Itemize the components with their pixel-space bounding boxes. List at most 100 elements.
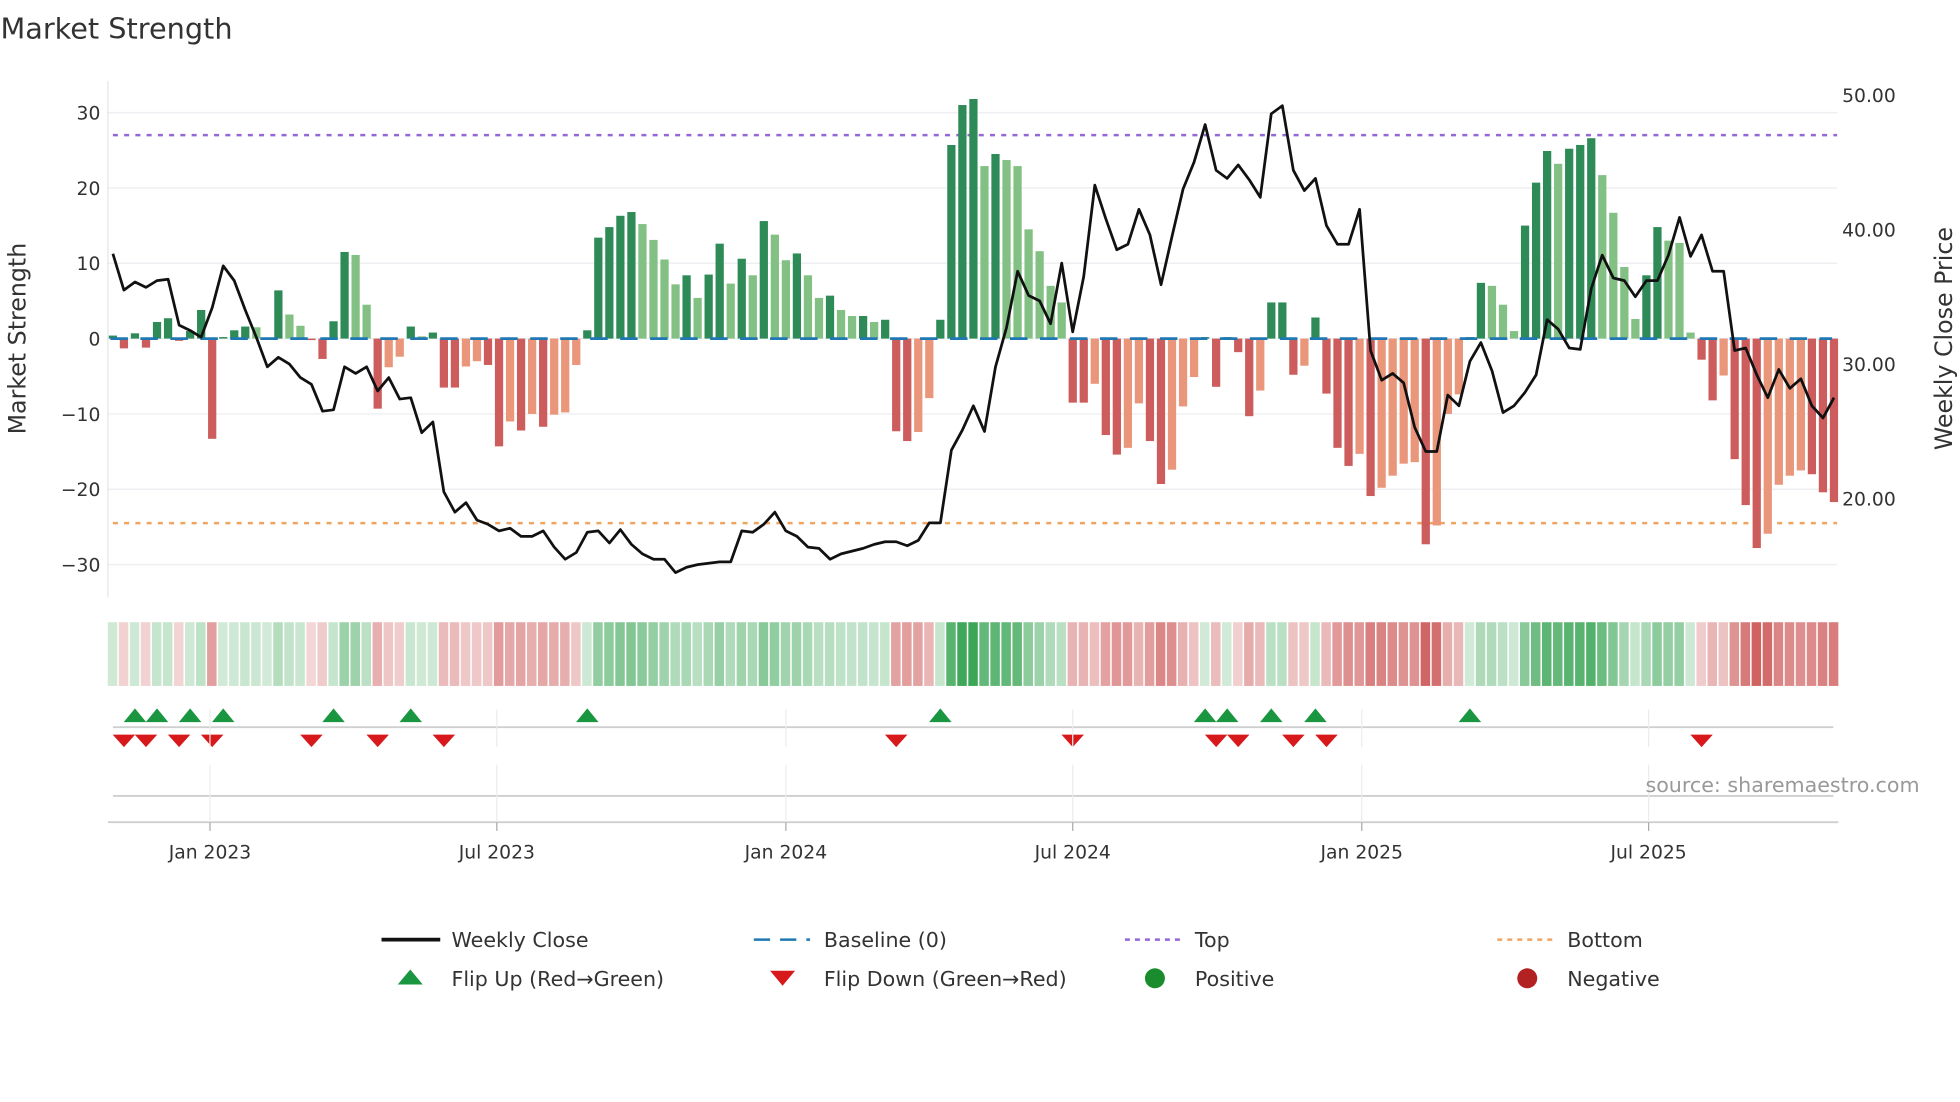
strength-bar bbox=[1531, 182, 1541, 339]
heat-cell bbox=[361, 622, 372, 686]
strength-bar bbox=[1178, 338, 1188, 407]
right-axis-ticks: 50.00 40.00 30.00 20.00 bbox=[1842, 86, 1896, 511]
heat-cell bbox=[1376, 622, 1387, 686]
heat-cell bbox=[1553, 622, 1563, 686]
strength-bar bbox=[1057, 302, 1066, 339]
legend-label: Negative bbox=[1567, 967, 1660, 991]
strength-bar bbox=[307, 338, 316, 341]
heat-cell bbox=[1575, 622, 1585, 686]
strength-bar bbox=[1333, 338, 1342, 448]
heat-cell bbox=[140, 622, 151, 686]
strength-bar bbox=[340, 251, 349, 339]
strength-bar bbox=[1631, 319, 1640, 339]
heat-cell bbox=[968, 622, 978, 686]
strength-bar bbox=[1101, 338, 1110, 436]
strength-bar bbox=[958, 105, 967, 339]
y2-tick-label: 30.00 bbox=[1842, 355, 1896, 376]
heat-cell bbox=[1233, 622, 1243, 686]
heat-cell bbox=[1564, 622, 1574, 686]
strength-bar bbox=[1267, 302, 1276, 339]
flip-up-marker bbox=[399, 708, 423, 723]
heat-cell bbox=[416, 622, 427, 686]
strength-bar bbox=[991, 154, 1000, 339]
strength-bar bbox=[152, 322, 162, 339]
heat-cell bbox=[173, 622, 184, 686]
heat-cell bbox=[1795, 622, 1806, 686]
heat-cell bbox=[151, 622, 162, 686]
heat-cell bbox=[1001, 622, 1011, 686]
heat-cell bbox=[935, 622, 945, 686]
heat-cell bbox=[902, 622, 912, 686]
legend-label: Flip Down (Green→Red) bbox=[824, 967, 1067, 991]
heat-cell bbox=[1255, 622, 1265, 686]
strength-bar bbox=[351, 254, 360, 339]
strength-bar bbox=[1487, 285, 1497, 339]
heat-cell bbox=[626, 622, 636, 686]
heat-cell bbox=[1519, 622, 1530, 686]
strength-bar bbox=[505, 338, 515, 422]
heat-cell bbox=[1244, 622, 1254, 686]
heat-cell bbox=[1122, 622, 1133, 686]
strength-bar bbox=[605, 227, 614, 339]
heat-cell bbox=[780, 622, 791, 686]
strength-bar bbox=[925, 338, 934, 399]
legend-item: Top bbox=[1124, 928, 1230, 952]
strength-bar bbox=[1774, 338, 1783, 485]
strength-bar bbox=[439, 338, 448, 388]
strength-bar bbox=[627, 212, 636, 339]
strength-bar bbox=[1785, 338, 1794, 476]
strength-bar bbox=[528, 338, 537, 414]
heat-cell bbox=[1023, 622, 1033, 686]
heat-cell bbox=[1453, 622, 1464, 686]
heat-cell bbox=[129, 622, 140, 686]
flip-up-marker bbox=[211, 708, 235, 723]
heat-cell bbox=[1541, 622, 1552, 686]
strength-bar bbox=[792, 253, 802, 339]
heat-cell bbox=[1365, 622, 1375, 686]
strength-bar bbox=[903, 338, 912, 442]
heat-cell bbox=[284, 622, 294, 686]
strength-bar bbox=[362, 304, 371, 339]
heat-cell bbox=[1817, 622, 1828, 686]
heat-cell bbox=[1806, 622, 1817, 686]
flip-up-marker bbox=[929, 708, 952, 723]
heat-cell bbox=[1133, 622, 1144, 686]
heat-cell bbox=[1354, 622, 1364, 686]
strength-bar bbox=[737, 258, 746, 339]
heat-cell bbox=[273, 622, 283, 686]
legend-item: Bottom bbox=[1497, 928, 1643, 952]
heat-cell bbox=[196, 622, 206, 686]
heat-cell bbox=[703, 622, 714, 686]
strength-bar bbox=[1322, 338, 1331, 394]
heat-cell bbox=[471, 622, 482, 686]
strength-bar bbox=[1796, 338, 1805, 471]
heat-cell bbox=[328, 622, 338, 686]
heat-cell bbox=[1663, 622, 1673, 686]
flip-down-marker bbox=[200, 734, 224, 748]
flip-down-marker bbox=[1226, 734, 1250, 748]
heat-cell bbox=[1177, 622, 1188, 686]
heat-cell bbox=[1530, 622, 1541, 686]
flip-down-marker bbox=[1690, 734, 1713, 748]
heat-cell bbox=[1089, 622, 1100, 686]
heat-cell bbox=[946, 622, 956, 686]
heat-cell bbox=[1012, 622, 1022, 686]
heat-cell bbox=[979, 622, 989, 686]
heat-cell bbox=[118, 622, 129, 686]
strength-bar bbox=[1498, 304, 1508, 339]
strength-bar bbox=[516, 338, 526, 431]
strength-bar bbox=[494, 338, 504, 447]
heat-cell bbox=[317, 622, 327, 686]
heat-cell bbox=[1431, 622, 1442, 686]
strength-bar bbox=[1377, 338, 1386, 488]
heat-cell bbox=[593, 622, 603, 686]
circle-icon bbox=[1144, 968, 1165, 989]
x-tick-label: Jan 2025 bbox=[1320, 842, 1404, 863]
heat-cell bbox=[229, 622, 239, 686]
strength-bar bbox=[825, 295, 835, 339]
heat-cell bbox=[527, 622, 537, 686]
flip-up-marker bbox=[1458, 708, 1482, 723]
heat-cell bbox=[1486, 622, 1497, 686]
heat-cell bbox=[1442, 622, 1453, 686]
heat-cell bbox=[1111, 622, 1122, 686]
